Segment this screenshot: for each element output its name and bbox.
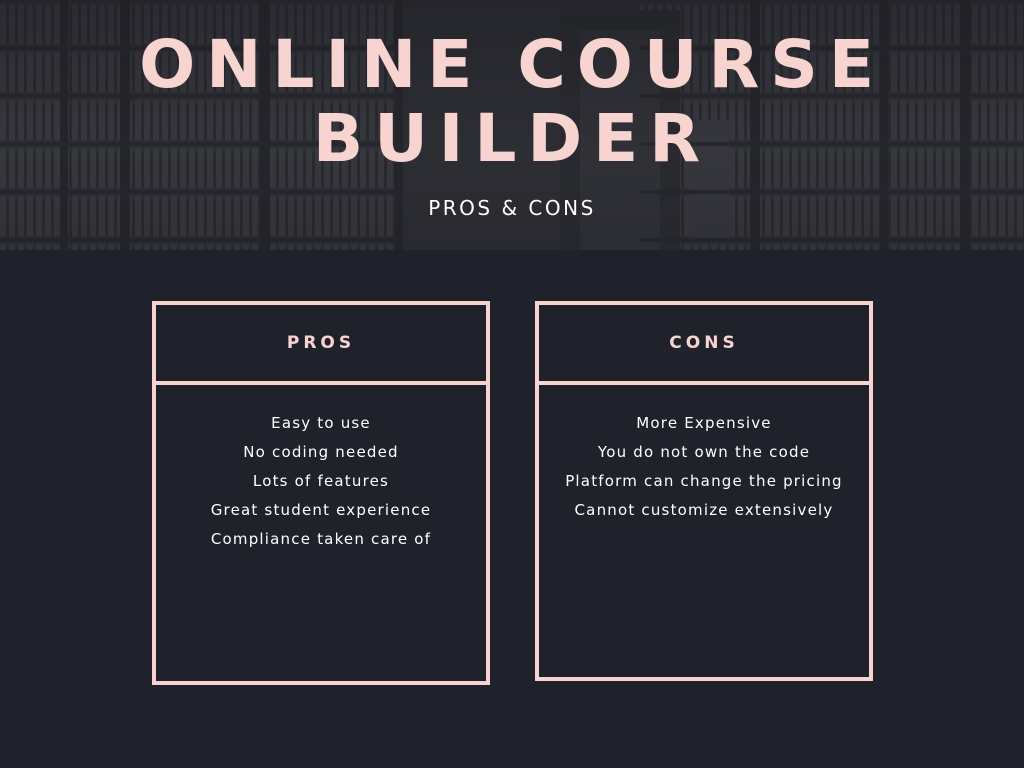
cons-list: More Expensive You do not own the code P… <box>539 385 869 525</box>
pros-card-header: PROS <box>156 305 486 385</box>
pros-list: Easy to use No coding needed Lots of fea… <box>156 385 486 554</box>
pros-list-item: Easy to use <box>271 414 371 432</box>
cons-list-item: More Expensive <box>636 414 772 432</box>
cons-card: CONS More Expensive You do not own the c… <box>535 301 873 681</box>
cons-list-item: Cannot customize extensively <box>574 501 834 519</box>
pros-list-item: Great student experience <box>210 501 432 519</box>
pros-card: PROS Easy to use No coding needed Lots o… <box>152 301 490 685</box>
page-title-line-2: BUILDER <box>312 100 712 177</box>
pros-list-item: No coding needed <box>243 443 399 461</box>
cons-list-item: Platform can change the pricing <box>565 472 843 490</box>
page-subtitle: PROS & CONS <box>428 196 596 220</box>
cons-heading: CONS <box>669 333 739 353</box>
pros-list-item: Compliance taken care of <box>210 530 432 548</box>
cons-list-item: You do not own the code <box>597 443 811 461</box>
pros-list-item: Lots of features <box>252 472 390 490</box>
hero-banner: ONLINE COURSE BUILDER PROS & CONS <box>0 0 1024 250</box>
page-title: ONLINE COURSE BUILDER <box>0 28 1024 176</box>
cons-card-header: CONS <box>539 305 869 385</box>
page-title-line-1: ONLINE COURSE <box>139 26 885 103</box>
pros-heading: PROS <box>286 333 356 353</box>
